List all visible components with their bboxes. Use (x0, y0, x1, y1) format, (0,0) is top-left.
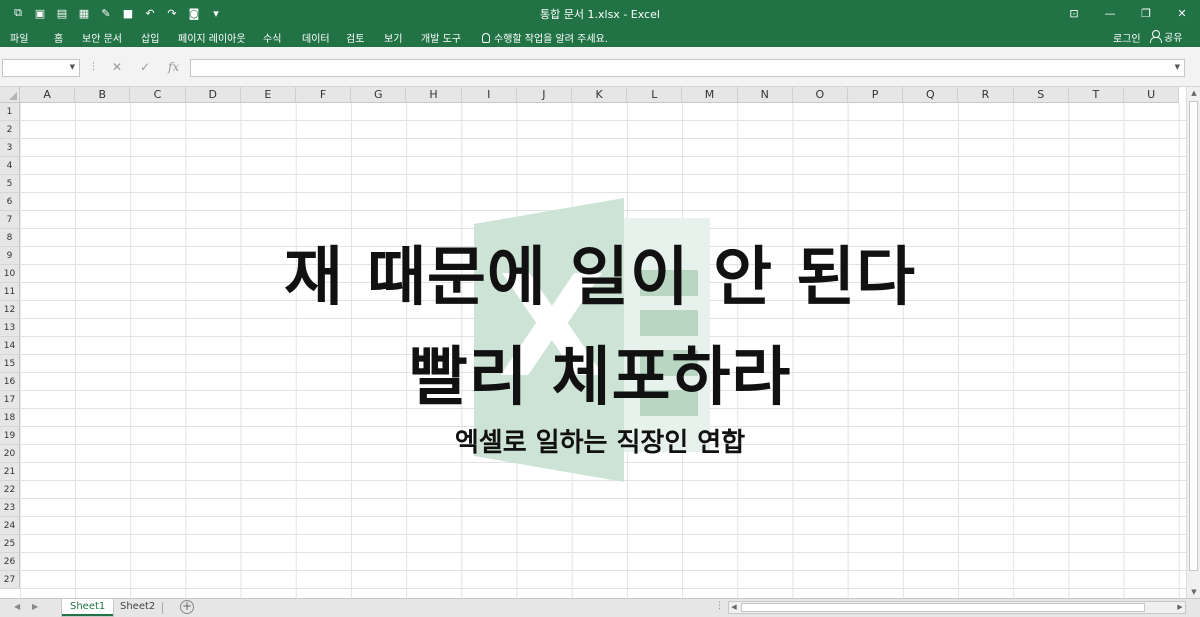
vertical-scroll-thumb[interactable] (1189, 101, 1198, 571)
column-header[interactable]: S (1013, 87, 1069, 103)
row-header[interactable]: 22 (0, 481, 20, 499)
column-header[interactable]: D (185, 87, 241, 103)
column-header[interactable]: A (20, 87, 76, 103)
tab-file[interactable]: 파일 (10, 30, 28, 45)
column-header[interactable]: J (516, 87, 572, 103)
share-label: 공유 (1164, 32, 1183, 44)
formula-input[interactable]: ▼ (190, 59, 1185, 77)
splitter-handle-icon[interactable]: ⋮ (89, 62, 98, 72)
row-header[interactable]: 25 (0, 535, 20, 553)
tab-divider (162, 602, 163, 614)
column-header[interactable]: R (958, 87, 1014, 103)
column-header[interactable]: C (130, 87, 186, 103)
row-header[interactable]: 6 (0, 193, 20, 211)
tab-security[interactable]: 보안 문서 (82, 30, 122, 45)
sheet-tab-sheet1[interactable]: Sheet1 (62, 599, 114, 616)
row-header[interactable]: 2 (0, 121, 20, 139)
sheet-tab-bar: ◀ ▶ Sheet1 Sheet2 + ⋮ ◀ ▶ (0, 598, 1200, 617)
insert-function-icon[interactable]: fx (168, 60, 179, 74)
headline-line-1: 재 때문에 일이 안 된다 (283, 240, 917, 315)
horizontal-scrollbar[interactable]: ◀ ▶ (728, 601, 1186, 614)
column-header[interactable]: O (792, 87, 848, 103)
scroll-left-icon[interactable]: ◀ (729, 602, 739, 613)
column-header[interactable]: H (406, 87, 462, 103)
ribbon-display-icon[interactable]: ⊡ (1056, 0, 1092, 26)
column-header[interactable]: N (737, 87, 793, 103)
tab-formulas[interactable]: 수식 (263, 30, 281, 45)
cancel-icon[interactable]: ✕ (112, 60, 122, 74)
scroll-up-icon[interactable]: ▲ (1187, 87, 1200, 99)
row-header[interactable]: 21 (0, 463, 20, 481)
column-header[interactable]: M (682, 87, 738, 103)
column-header[interactable]: I (461, 87, 517, 103)
tab-developer[interactable]: 개발 도구 (421, 30, 461, 45)
window-title: 통합 문서 1.xlsx - Excel (540, 8, 660, 21)
name-box[interactable]: ▼ (2, 59, 80, 77)
row-header[interactable]: 1 (0, 103, 20, 121)
tell-me-text: 수행할 작업을 알려 주세요. (494, 34, 608, 45)
column-header[interactable]: B (75, 87, 131, 103)
prev-sheet-icon[interactable]: ◀ (14, 602, 20, 611)
column-header[interactable]: P (848, 87, 904, 103)
chevron-down-icon[interactable]: ▼ (70, 63, 75, 71)
column-header[interactable]: K (572, 87, 628, 103)
column-header[interactable]: L (627, 87, 683, 103)
row-header[interactable]: 4 (0, 157, 20, 175)
tab-data[interactable]: 데이터 (302, 30, 330, 45)
tab-view[interactable]: 보기 (384, 30, 402, 45)
next-sheet-icon[interactable]: ▶ (32, 602, 38, 611)
headline-subtitle: 엑셀로 일하는 직장인 연합 (454, 428, 746, 458)
share-button[interactable]: 공유 (1150, 26, 1182, 46)
column-header[interactable]: U (1124, 87, 1180, 103)
row-header[interactable]: 5 (0, 175, 20, 193)
vertical-scrollbar[interactable]: ▲ ▼ (1186, 87, 1200, 598)
column-header[interactable]: E (240, 87, 296, 103)
restore-icon[interactable]: ❐ (1128, 0, 1164, 26)
row-header[interactable]: 27 (0, 571, 20, 589)
column-header[interactable]: F (296, 87, 352, 103)
add-sheet-icon[interactable]: + (180, 600, 194, 614)
person-icon (1150, 30, 1162, 43)
select-all-corner[interactable] (0, 87, 20, 103)
row-header[interactable]: 23 (0, 499, 20, 517)
tab-insert[interactable]: 삽입 (141, 30, 159, 45)
row-header[interactable]: 3 (0, 139, 20, 157)
tab-home[interactable]: 홈 (54, 30, 63, 45)
ribbon-tabs: 파일 홈 보안 문서 삽입 페이지 레이아웃 수식 데이터 검토 보기 개발 도… (0, 26, 1200, 47)
horizontal-scroll-thumb[interactable] (741, 603, 1145, 612)
column-header[interactable]: G (351, 87, 407, 103)
lightbulb-icon (482, 32, 490, 43)
window-controls: ⊡ — ❐ ✕ (1056, 0, 1200, 26)
scroll-down-icon[interactable]: ▼ (1187, 586, 1200, 598)
tab-page-layout[interactable]: 페이지 레이아웃 (178, 30, 246, 45)
headline-line-2: 빨리 체포하라 (408, 340, 792, 415)
enter-icon[interactable]: ✓ (140, 60, 150, 74)
formula-bar: ▼ ⋮ ✕ ✓ fx ▼ (0, 47, 1200, 87)
sign-in-link[interactable]: 로그인 (1113, 30, 1141, 45)
tell-me-box[interactable]: 수행할 작업을 알려 주세요. (482, 30, 608, 45)
column-header[interactable]: T (1068, 87, 1124, 103)
scroll-right-icon[interactable]: ▶ (1175, 602, 1185, 613)
title-bar: ⧉ ▣ ▤ ▦ ✎ ■ ↶ ↷ ◙ ▾ 통합 문서 1.xlsx - Excel… (0, 0, 1200, 26)
column-header[interactable]: Q (903, 87, 959, 103)
tab-splitter-icon[interactable]: ⋮ (715, 601, 724, 611)
expand-formula-icon[interactable]: ▼ (1175, 63, 1180, 71)
tab-review[interactable]: 검토 (346, 30, 364, 45)
row-header[interactable]: 24 (0, 517, 20, 535)
close-icon[interactable]: ✕ (1164, 0, 1200, 26)
row-header[interactable]: 26 (0, 553, 20, 571)
sheet-tab-sheet2[interactable]: Sheet2 (112, 599, 163, 616)
minimize-icon[interactable]: — (1092, 0, 1128, 26)
